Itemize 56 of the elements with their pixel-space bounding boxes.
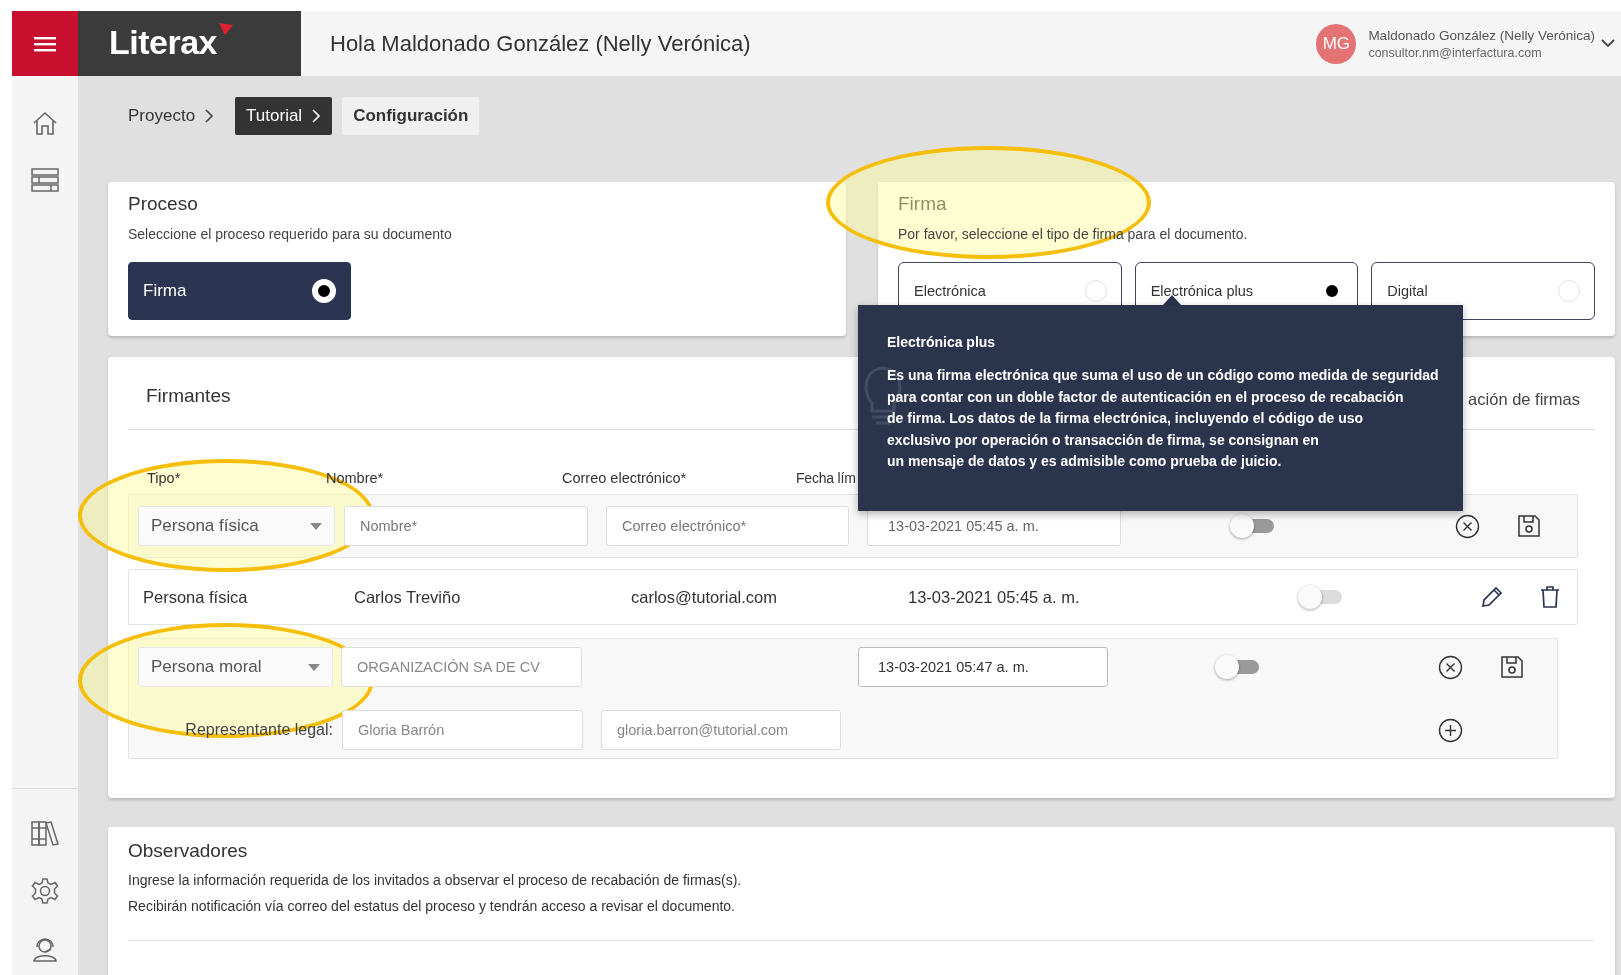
breadcrumb-item[interactable]: Configuración xyxy=(342,97,480,135)
breadcrumb-item[interactable]: Proyecto xyxy=(108,97,226,135)
table-cell-text: Persona física xyxy=(143,587,249,607)
pencil-icon[interactable] xyxy=(1480,585,1504,609)
column-label: Tipo* xyxy=(147,470,182,488)
save-icon[interactable] xyxy=(1517,514,1541,538)
chevron-right-icon xyxy=(205,109,215,123)
settings-icon[interactable] xyxy=(31,877,59,905)
card-title: Observadores xyxy=(128,840,249,862)
breadcrumb-item[interactable]: Tutorial xyxy=(235,97,333,135)
trash-icon[interactable] xyxy=(1540,585,1560,609)
user-email: consultor.nm@interfactura.com xyxy=(1368,45,1543,60)
logo: Literax xyxy=(109,23,217,62)
table-cell-text: carlos@tutorial.com xyxy=(631,587,779,607)
tooltip-title: Electrónica plus xyxy=(887,334,997,350)
chevron-right-icon xyxy=(312,109,322,123)
card-subtitle: Seleccione el proceso requerido para su documento xyxy=(128,226,453,242)
table-cell-text: 13-03-2021 05:45 a. m. xyxy=(908,587,1081,607)
email-field[interactable]: Correo electrónico* xyxy=(606,506,849,546)
logo-mark-icon xyxy=(219,23,233,35)
books-icon[interactable] xyxy=(30,819,60,847)
name-field[interactable]: Gloria Barrón xyxy=(342,710,583,750)
name-field[interactable]: Nombre* xyxy=(344,506,588,546)
support-agent-icon[interactable] xyxy=(31,935,59,963)
home-icon[interactable] xyxy=(31,110,59,136)
type-select[interactable]: Persona física xyxy=(138,506,335,546)
toggle-switch[interactable] xyxy=(1230,514,1274,538)
add-icon[interactable] xyxy=(1438,717,1463,743)
radio-icon xyxy=(312,279,336,303)
greeting: Hola Maldonado González (Nelly Verónica) xyxy=(330,30,751,57)
description-text: Recibirán notificación vía correo del estatus del proceso y tendrán acceso a revisar el documento. xyxy=(128,898,736,914)
column-label: Correo electrónico* xyxy=(562,470,688,488)
table-cell-text: Carlos Treviño xyxy=(354,587,462,607)
menu-icon xyxy=(34,34,56,53)
table-icon[interactable] xyxy=(31,168,59,192)
toggle-switch[interactable] xyxy=(1298,585,1342,609)
type-select[interactable]: Persona moral xyxy=(138,647,333,687)
caret-icon xyxy=(310,522,322,530)
close-icon[interactable] xyxy=(1455,513,1480,539)
date-field[interactable]: 13-03-2021 05:47 a. m. xyxy=(858,647,1108,687)
save-icon[interactable] xyxy=(1500,655,1524,679)
column-label: Fecha lím xyxy=(796,470,856,488)
user-name: Maldonado González (Nelly Verónica) xyxy=(1368,27,1595,43)
process-option[interactable]: Firma xyxy=(128,262,351,320)
chevron-down-icon[interactable] xyxy=(1601,39,1615,48)
card-title: Proceso xyxy=(128,193,199,215)
menu-button[interactable] xyxy=(12,11,78,76)
email-field[interactable]: gloria.barron@tutorial.com xyxy=(601,710,841,750)
card-title: Firma xyxy=(898,193,948,215)
description-text: Ingrese la información requerida de los invitados a observar el proceso de recabación de firmas(s). xyxy=(128,872,743,888)
caret-icon xyxy=(308,663,320,671)
company-name-field[interactable]: ORGANIZACIÓN SA DE CV xyxy=(341,647,582,687)
toggle-switch[interactable] xyxy=(1215,655,1259,679)
card-title: Firmantes xyxy=(146,385,231,407)
close-icon[interactable] xyxy=(1438,654,1463,680)
section-label: ación de firmas xyxy=(1468,389,1580,409)
